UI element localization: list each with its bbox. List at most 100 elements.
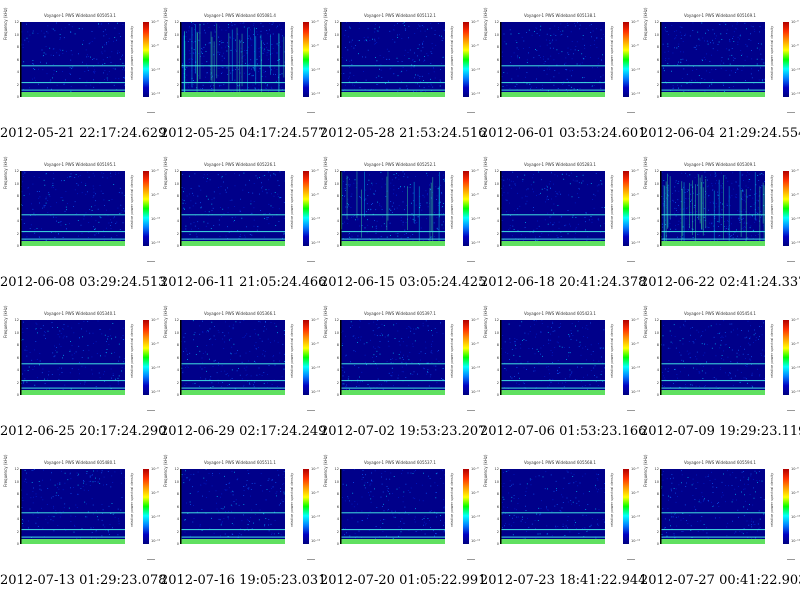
noise-pixel	[745, 80, 746, 81]
noise-pixel	[705, 329, 706, 331]
noise-pixel	[271, 193, 272, 195]
noise-pixel	[722, 203, 723, 205]
noise-pixel	[399, 187, 401, 188]
noise-pixel	[75, 504, 77, 506]
noise-pixel	[363, 343, 365, 345]
noise-pixel	[279, 24, 280, 26]
noise-pixel	[415, 531, 417, 532]
noise-pixel	[712, 189, 713, 191]
noise-pixel	[73, 487, 74, 488]
colorbar-tick-label: 10⁻⁸	[151, 342, 159, 346]
noise-pixel	[238, 504, 240, 506]
noise-pixel	[442, 368, 444, 369]
noise-pixel	[193, 339, 194, 341]
noise-pixel	[360, 320, 361, 322]
noise-pixel	[240, 534, 242, 536]
noise-pixel	[122, 24, 124, 25]
noise-pixel	[729, 197, 731, 199]
emission-line	[340, 529, 445, 531]
noise-pixel	[241, 520, 243, 522]
noise-pixel	[342, 383, 344, 385]
noise-pixel	[381, 476, 382, 478]
noise-pixel	[61, 470, 62, 472]
noise-pixel	[706, 29, 708, 31]
noise-pixel	[272, 33, 274, 35]
noise-pixel	[32, 369, 34, 370]
colorbar-tick-label: 10⁻¹⁰	[151, 68, 161, 72]
y-tick-label: 10	[334, 181, 339, 186]
noise-pixel	[209, 42, 211, 43]
noise-pixel	[213, 191, 215, 193]
noise-pixel	[435, 369, 437, 371]
noise-pixel	[501, 513, 503, 515]
noise-pixel	[692, 192, 694, 194]
noise-pixel	[568, 346, 570, 348]
noise-pixel	[101, 470, 103, 472]
noise-pixel	[533, 57, 535, 59]
noise-pixel	[666, 532, 667, 534]
noise-pixel	[686, 208, 687, 209]
noise-pixel	[268, 223, 270, 225]
emission-line	[180, 536, 285, 538]
noise-pixel	[243, 385, 244, 387]
noise-pixel	[557, 237, 559, 238]
noise-pixel	[95, 531, 97, 533]
footer-mark	[147, 410, 155, 411]
noise-pixel	[523, 339, 525, 340]
y-axis-label: Frequency (kHz)	[3, 305, 8, 338]
noise-pixel	[570, 500, 572, 501]
noise-pixel	[24, 370, 26, 372]
noise-pixel	[81, 357, 83, 358]
y-tick-label: 4	[16, 219, 19, 223]
y-tick-label: 0	[656, 244, 659, 248]
burst-streak	[197, 32, 198, 83]
noise-pixel	[210, 338, 212, 340]
noise-pixel	[546, 506, 547, 508]
noise-pixel	[729, 63, 731, 65]
noise-pixel	[280, 534, 282, 536]
burst-streak	[247, 27, 248, 90]
noise-pixel	[258, 88, 259, 90]
noise-pixel	[508, 492, 510, 494]
emission-line	[20, 238, 125, 240]
y-tick-label: 4	[176, 70, 179, 74]
noise-pixel	[192, 320, 194, 322]
noise-pixel	[258, 321, 260, 322]
noise-pixel	[342, 367, 344, 369]
noise-pixel	[537, 520, 539, 521]
noise-pixel	[690, 212, 692, 214]
noise-pixel	[358, 367, 360, 369]
colorbar-tick-label: 10⁻⁸	[311, 491, 319, 495]
footer-mark	[147, 112, 155, 113]
noise-pixel	[113, 84, 115, 86]
noise-pixel	[275, 325, 277, 327]
noise-pixel	[283, 493, 285, 495]
noise-pixel	[382, 388, 384, 390]
noise-pixel	[195, 233, 197, 235]
noise-pixel	[71, 54, 73, 56]
noise-pixel	[390, 362, 392, 364]
y-tick-label: 4	[496, 70, 499, 74]
noise-pixel	[431, 330, 432, 331]
noise-pixel	[528, 527, 530, 528]
noise-pixel	[59, 48, 61, 50]
noise-pixel	[752, 230, 754, 231]
noise-pixel	[714, 172, 716, 174]
noise-pixel	[59, 516, 61, 518]
noise-pixel	[259, 374, 261, 375]
noise-pixel	[267, 33, 269, 35]
noise-pixel	[565, 382, 567, 383]
emission-line	[660, 231, 765, 233]
noise-pixel	[200, 207, 202, 209]
noise-pixel	[711, 347, 713, 349]
noise-pixel	[714, 176, 716, 177]
noise-pixel	[275, 482, 277, 483]
noise-pixel	[582, 347, 584, 349]
noise-pixel	[248, 192, 250, 193]
noise-pixel	[189, 217, 191, 219]
noise-pixel	[88, 176, 90, 178]
noise-pixel	[585, 327, 587, 329]
noise-pixel	[546, 185, 547, 187]
burst-streak	[683, 182, 685, 246]
noise-pixel	[423, 521, 425, 523]
